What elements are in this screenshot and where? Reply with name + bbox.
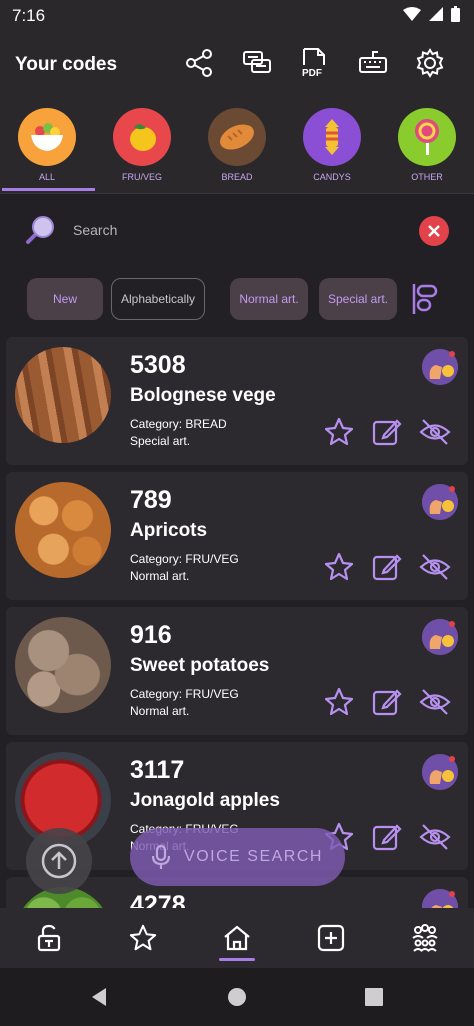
item-name: Sweet potatoes (130, 655, 270, 676)
bread-icon (208, 108, 266, 166)
system-nav-bar (0, 968, 474, 1026)
home-icon[interactable] (217, 920, 257, 956)
tab-other-label: OTHER (411, 172, 443, 182)
list-item[interactable]: 916 Sweet potatoes Category: FRU/VEG Nor… (6, 607, 468, 735)
filter-new[interactable]: New (27, 278, 103, 320)
item-code: 916 (130, 621, 172, 649)
item-code: 5308 (130, 351, 186, 379)
category-tabs: ALL FRU/VEG BREAD CANDYS OTHER (0, 96, 474, 194)
lollipop-icon (398, 108, 456, 166)
tab-fru-veg[interactable]: FRU/VEG (107, 108, 177, 182)
close-icon (428, 225, 440, 237)
arrow-up-icon (41, 843, 77, 879)
voice-search-button[interactable]: VOICE SEARCH (130, 828, 345, 886)
lemon-icon (113, 108, 171, 166)
chat-icon[interactable] (240, 46, 274, 80)
filter-alphabetically[interactable]: Alphabetically (111, 278, 205, 320)
favorites-star-icon[interactable] (123, 920, 163, 956)
edit-icon[interactable] (370, 685, 404, 719)
tab-other[interactable]: OTHER (392, 108, 462, 182)
favorite-star-icon[interactable] (322, 685, 356, 719)
bottom-nav (0, 908, 474, 968)
item-category: Category: FRU/VEG (130, 687, 239, 701)
avatar[interactable] (422, 754, 458, 790)
item-type: Normal art. (130, 569, 190, 583)
tab-all[interactable]: ALL (12, 108, 82, 182)
item-name: Jonagold apples (130, 790, 280, 811)
voice-search-label: VOICE SEARCH (184, 848, 323, 865)
status-icons (403, 6, 460, 22)
wifi-icon (403, 7, 421, 21)
hide-icon[interactable] (418, 685, 452, 719)
hide-icon[interactable] (418, 820, 452, 854)
tab-bread-label: BREAD (221, 172, 253, 182)
pdf-label: PDF (302, 68, 322, 79)
item-category: Category: BREAD (130, 417, 227, 431)
avatar[interactable] (422, 619, 458, 655)
page-title: Your codes (15, 54, 118, 75)
edit-icon[interactable] (370, 550, 404, 584)
filter-normal-art[interactable]: Normal art. (230, 278, 308, 320)
search-bar[interactable]: Search (0, 198, 474, 262)
favorite-star-icon[interactable] (322, 550, 356, 584)
edit-icon[interactable] (370, 820, 404, 854)
tab-candys[interactable]: CANDYS (297, 108, 367, 182)
microphone-icon (152, 844, 171, 869)
item-type: Special art. (130, 434, 191, 448)
back-icon[interactable] (88, 986, 110, 1008)
item-name: Bolognese vege (130, 385, 276, 406)
signal-icon (429, 7, 443, 21)
recents-icon[interactable] (363, 986, 385, 1008)
bread-photo (15, 347, 111, 443)
status-time: 7:16 (12, 6, 46, 25)
home-circle-icon[interactable] (226, 986, 248, 1008)
tab-indicator (2, 188, 95, 191)
nav-indicator (219, 958, 255, 961)
scroll-to-top-button[interactable] (26, 828, 92, 894)
item-code: 789 (130, 486, 172, 514)
keyboard-icon[interactable] (356, 46, 390, 80)
battery-icon (451, 6, 460, 22)
filter-special-art[interactable]: Special art. (319, 278, 397, 320)
search-input[interactable]: Search (73, 222, 117, 238)
tab-fru-veg-label: FRU/VEG (121, 172, 162, 182)
tab-bread[interactable]: BREAD (202, 108, 272, 182)
favorite-star-icon[interactable] (322, 415, 356, 449)
list-item[interactable]: 789 Apricots Category: FRU/VEG Normal ar… (6, 472, 468, 600)
avatar[interactable] (422, 889, 458, 908)
item-code: 3117 (130, 756, 185, 784)
edit-icon[interactable] (370, 415, 404, 449)
item-type: Normal art. (130, 704, 190, 718)
tab-candys-label: CANDYS (313, 172, 351, 182)
tab-all-label: ALL (38, 172, 55, 182)
item-code: 4278 (130, 891, 186, 908)
community-icon[interactable] (405, 920, 445, 956)
candy-icon (303, 108, 361, 166)
sort-icon[interactable] (410, 282, 444, 316)
pdf-icon[interactable]: PDF (297, 46, 331, 80)
lock-icon[interactable] (29, 920, 69, 956)
settings-icon[interactable] (413, 46, 447, 80)
item-name: Apricots (130, 520, 208, 541)
hide-icon[interactable] (418, 415, 452, 449)
hide-icon[interactable] (418, 550, 452, 584)
apricots-photo (15, 482, 111, 578)
app-bar: Your codes PDF (0, 32, 474, 96)
add-icon[interactable] (311, 920, 351, 956)
clear-search-button[interactable] (419, 216, 449, 246)
status-bar: 7:16 (0, 0, 474, 32)
list-item[interactable]: 5308 Bolognese vege Category: BREAD Spec… (6, 337, 468, 465)
salad-bowl-icon (18, 108, 76, 166)
item-category: Category: FRU/VEG (130, 552, 239, 566)
avatar[interactable] (422, 349, 458, 385)
share-icon[interactable] (182, 46, 216, 80)
avatar[interactable] (422, 484, 458, 520)
potatoes-photo (15, 617, 111, 713)
magnifier-icon (26, 216, 54, 244)
